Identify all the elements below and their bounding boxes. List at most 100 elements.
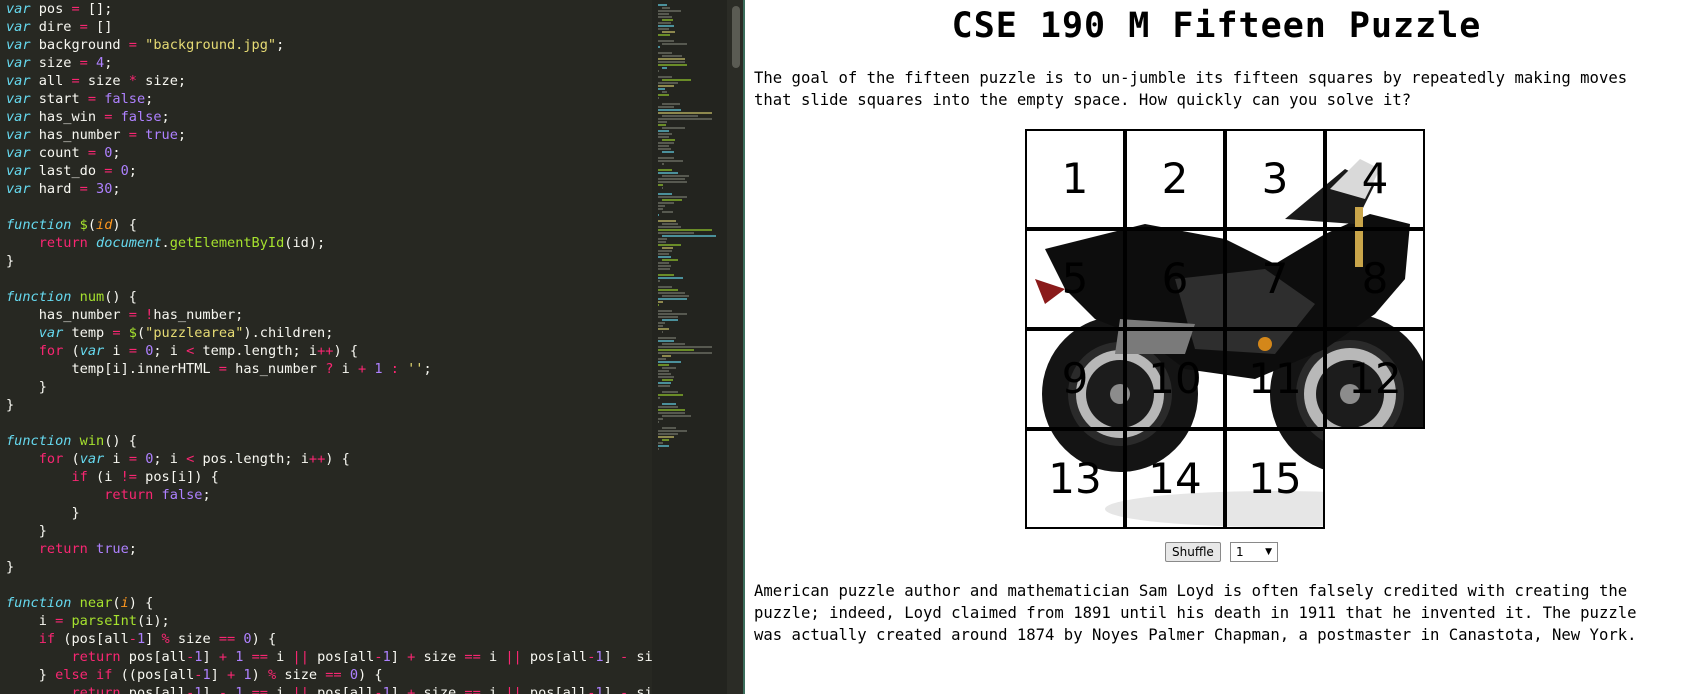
code-line[interactable]: for (var i = 0; i < temp.length; i++) {: [0, 342, 652, 360]
code-token: pos[all: [521, 685, 588, 694]
code-line[interactable]: }: [0, 396, 652, 414]
puzzle-tile[interactable]: 13: [1025, 429, 1125, 529]
puzzle-tile[interactable]: 12: [1325, 329, 1425, 429]
code-line[interactable]: var dire = []: [0, 18, 652, 36]
minimap-line: [658, 349, 694, 351]
code-line[interactable]: var background = "background.jpg";: [0, 36, 652, 54]
minimap-line: [658, 133, 673, 135]
code-line[interactable]: return true;: [0, 540, 652, 558]
code-line[interactable]: function near(i) {: [0, 594, 652, 612]
puzzle-tile[interactable]: 7: [1225, 229, 1325, 329]
code-token: !=: [120, 469, 137, 485]
code-line[interactable]: var last_do = 0;: [0, 162, 652, 180]
code-token: var: [38, 325, 64, 341]
code-line[interactable]: i = parseInt(i);: [0, 612, 652, 630]
code-line[interactable]: var start = false;: [0, 90, 652, 108]
minimap-line: [658, 136, 669, 138]
code-token: false: [120, 109, 162, 125]
minimap-line: [662, 7, 671, 9]
code-line[interactable]: function num() {: [0, 288, 652, 306]
code-line[interactable]: var size = 4;: [0, 54, 652, 72]
puzzle-tile[interactable]: 9: [1025, 329, 1125, 429]
code-line[interactable]: }: [0, 504, 652, 522]
code-line[interactable]: return document.getElementById(id);: [0, 234, 652, 252]
code-editor[interactable]: var pos = []; var dire = [] var background…: [0, 0, 745, 694]
code-line[interactable]: if (i != pos[i]) {: [0, 468, 652, 486]
puzzle-tile[interactable]: 3: [1225, 129, 1325, 229]
code-token: if: [71, 469, 88, 485]
minimap-line: [658, 130, 669, 132]
puzzle-tile[interactable]: 10: [1125, 329, 1225, 429]
minimap-line: [658, 205, 666, 207]
code-line[interactable]: }: [0, 558, 652, 576]
code-line[interactable]: function $(id) {: [0, 216, 652, 234]
code-token: document: [96, 235, 162, 251]
code-line[interactable]: var pos = [];: [0, 0, 652, 18]
puzzle-tile[interactable]: 6: [1125, 229, 1225, 329]
code-token: has_number: [30, 127, 129, 143]
puzzle-tile[interactable]: 1: [1025, 129, 1125, 229]
code-token: ;: [161, 109, 170, 125]
puzzle-tile[interactable]: 4: [1325, 129, 1425, 229]
code-line[interactable]: var count = 0;: [0, 144, 652, 162]
tile-number: 1: [1061, 154, 1089, 203]
code-token: -: [619, 649, 629, 665]
code-line[interactable]: for (var i = 0; i < pos.length; i++) {: [0, 450, 652, 468]
size-select[interactable]: 1 ▼: [1230, 542, 1278, 562]
code-line[interactable]: if (pos[all-1] % size == 0) {: [0, 630, 652, 648]
puzzle-tile[interactable]: 15: [1225, 429, 1325, 529]
code-line[interactable]: }: [0, 522, 652, 540]
code-line[interactable]: var temp = $("puzzlearea").children;: [0, 324, 652, 342]
code-token: ]: [390, 685, 408, 694]
minimap-line: [658, 178, 685, 180]
code-line[interactable]: var has_number = true;: [0, 126, 652, 144]
code-token: near: [79, 595, 113, 611]
code-line[interactable]: has_number = !has_number;: [0, 306, 652, 324]
code-line[interactable]: }: [0, 252, 652, 270]
code-token: (: [87, 217, 97, 233]
minimap-line: [658, 229, 712, 231]
minimap-line: [658, 76, 673, 78]
minimap-line: [662, 415, 691, 417]
puzzle-tile[interactable]: 2: [1125, 129, 1225, 229]
history-paragraph: American puzzle author and mathematician…: [754, 582, 1637, 644]
minimap[interactable]: [652, 0, 727, 694]
code-token: last_do: [30, 163, 105, 179]
code-token: size: [415, 649, 465, 665]
code-line[interactable]: var all = size * size;: [0, 72, 652, 90]
minimap-line: [662, 439, 670, 441]
code-line[interactable]: return pos[all-1] - 1 == i || pos[all-1]…: [0, 684, 652, 694]
code-line[interactable]: [0, 270, 652, 288]
code-line[interactable]: [0, 198, 652, 216]
code-line[interactable]: temp[i].innerHTML = has_number ? i + 1 :…: [0, 360, 652, 378]
tile-number: 15: [1248, 454, 1302, 503]
code-view[interactable]: var pos = []; var dire = [] var background…: [0, 0, 652, 694]
code-line[interactable]: } else if ((pos[all-1] + 1) % size == 0)…: [0, 666, 652, 684]
shuffle-button[interactable]: Shuffle: [1165, 542, 1221, 562]
code-token: var: [6, 109, 31, 125]
minimap-line: [658, 244, 682, 246]
code-line[interactable]: return false;: [0, 486, 652, 504]
code-line[interactable]: }: [0, 378, 652, 396]
minimap-line: [658, 448, 659, 450]
code-line[interactable]: [0, 576, 652, 594]
code-token: has_number: [6, 307, 129, 323]
code-token: -: [619, 685, 629, 694]
puzzle-tile[interactable]: 14: [1125, 429, 1225, 529]
code-line[interactable]: function win() {: [0, 432, 652, 450]
minimap-line: [658, 328, 669, 330]
code-token: ).children;: [243, 325, 334, 341]
puzzle-tile[interactable]: 8: [1325, 229, 1425, 329]
code-line[interactable]: var has_win = false;: [0, 108, 652, 126]
code-line[interactable]: [0, 414, 652, 432]
code-token: }: [6, 505, 80, 521]
puzzle-tile[interactable]: 5: [1025, 229, 1125, 329]
editor-scrollbar-thumb[interactable]: [732, 6, 740, 68]
puzzle-tile[interactable]: 11: [1225, 329, 1325, 429]
code-line[interactable]: var hard = 30;: [0, 180, 652, 198]
code-line[interactable]: return pos[all-1] + 1 == i || pos[all-1]…: [0, 648, 652, 666]
